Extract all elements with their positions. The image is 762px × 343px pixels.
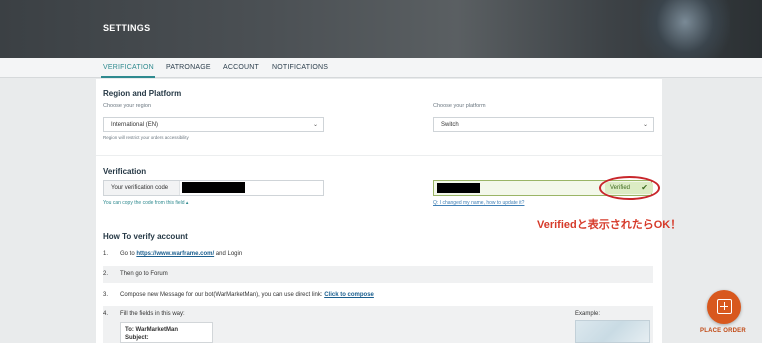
section-divider [96,155,662,156]
page-title: SETTINGS [103,23,151,33]
chevron-down-icon: ⌄ [642,122,648,128]
mail-subject-line: Subject: [125,335,149,341]
verification-heading: Verification [103,167,147,176]
step-text: Go to https://www.warframe.com/ and Logi… [120,251,243,257]
name-change-help-link[interactable]: Q: I changed my name, how to update it? [433,200,524,206]
region-select[interactable]: International (EN) ⌄ [103,117,324,132]
header-artwork [640,0,730,58]
step-text: Compose new Message for our bot(WarMarke… [120,292,374,298]
step-text: Fill the fields in this way: [120,311,185,317]
tab-patronage[interactable]: PATRONAGE [166,64,211,71]
region-heading: Region and Platform [103,89,182,98]
platform-select[interactable]: Switch ⌄ [433,117,654,132]
copy-hint: You can copy the code from this field ▴ [103,200,189,206]
verification-code-label: Your verification code [104,181,180,195]
annotation-text: Verifiedと表示されたらOK！ [537,219,682,231]
region-select-value: International (EN) [111,122,159,128]
region-label: Choose your region [103,103,152,109]
example-screenshot [575,320,650,343]
page-header: SETTINGS [0,0,762,58]
step-number: 3. [103,292,109,298]
tab-account[interactable]: ACCOUNT [223,64,259,71]
tab-notifications[interactable]: NOTIFICATIONS [272,64,328,71]
compose-link[interactable]: Click to compose [324,292,374,298]
mail-to-line: To: WarMarketMan [125,327,179,333]
chevron-down-icon: ⌄ [312,122,318,128]
step-number: 4. [103,311,109,317]
place-order-label[interactable]: PLACE ORDER [700,328,746,334]
platform-select-value: Switch [441,122,459,128]
settings-tabs: VERIFICATION PATRONAGE ACCOUNT NOTIFICAT… [0,58,762,78]
highlight-circle [599,176,660,200]
redacted-code [182,182,245,193]
platform-label: Choose your platform [433,103,486,109]
step-number: 2. [103,271,109,277]
warframe-link[interactable]: https://www.warframe.com/ [136,251,214,257]
step-number: 1. [103,251,109,257]
message-template: To: WarMarketMan Subject: [120,322,213,343]
step-3: 3. Compose new Message for our bot(WarMa… [103,287,653,304]
step-text: Then go to Forum [120,271,168,277]
active-tab-indicator [101,76,155,78]
step-1: 1. Go to https://www.warframe.com/ and L… [103,246,653,263]
place-order-button[interactable] [707,290,741,324]
redacted-name [437,183,480,193]
step-2: 2. Then go to Forum [103,266,653,283]
region-note: Region will restrict your orders accessi… [103,135,189,140]
tab-verification[interactable]: VERIFICATION [103,64,154,71]
plus-square-icon [717,299,732,314]
howto-heading: How To verify account [103,232,188,241]
example-label: Example: [575,311,601,317]
